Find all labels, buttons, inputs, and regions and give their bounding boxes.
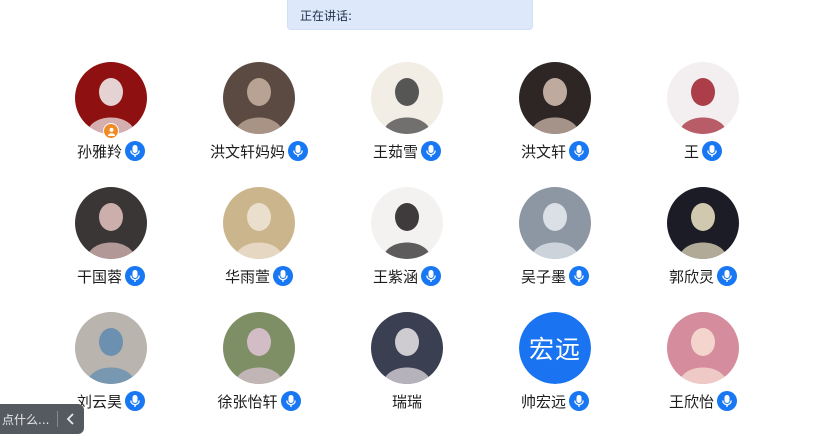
participant-card[interactable]: 瑞瑞 (347, 312, 467, 422)
masked-boy-illustration-image (371, 312, 443, 384)
microphone-icon[interactable] (421, 266, 441, 286)
participant-name: 王茹雪 (372, 142, 418, 161)
participant-card[interactable]: 洪文轩妈妈 (199, 62, 319, 172)
family-photo-image (75, 312, 147, 384)
participant-name: 王紫涵 (372, 267, 418, 286)
portrait-photo-image (519, 62, 591, 134)
avatar[interactable] (223, 187, 295, 259)
dark-hair-girl-illustration-image (371, 187, 443, 259)
participant-name: 吴子墨 (520, 267, 566, 286)
anime-girl-red-dress-image (667, 62, 739, 134)
participant-card[interactable]: 王 (643, 62, 763, 172)
participant-card[interactable]: 干国蓉 (51, 187, 171, 297)
mecha-boy-illustration-image (519, 187, 591, 259)
chat-input-pill[interactable]: 点什么... (0, 404, 84, 434)
participant-name: 洪文轩 (520, 142, 566, 161)
microphone-icon[interactable] (569, 141, 589, 161)
avatar[interactable]: 宏远 (519, 312, 591, 384)
participant-name: 王 (683, 142, 699, 161)
microphone-icon[interactable] (421, 141, 441, 161)
avatar[interactable] (519, 187, 591, 259)
microphone-icon[interactable] (288, 141, 308, 161)
avatar[interactable] (667, 187, 739, 259)
participant-grid: 孙雅羚 洪文轩妈妈 王茹雪 洪文轩王干国蓉 华雨萱 王紫涵 吴子墨 郭欣灵 刘云昊 徐张怡轩 瑞瑞宏… (0, 0, 816, 445)
participant-name: 帅宏远 (520, 392, 566, 411)
cartoon-girl-with-hat-image (371, 62, 443, 134)
chevron-left-icon[interactable] (64, 412, 78, 426)
avatar[interactable] (75, 312, 147, 384)
name-row: 洪文轩妈妈 (199, 140, 319, 162)
participant-card[interactable]: 孙雅羚 (51, 62, 171, 172)
meeting-participants-view: 正在讲话: 孙雅羚 洪文轩妈妈 王茹雪 洪文轩王干国蓉 华雨萱 王紫涵 吴子墨 郭欣灵 刘云昊徐… (0, 0, 816, 445)
microphone-icon[interactable] (569, 266, 589, 286)
participant-name: 郭欣灵 (668, 267, 714, 286)
participant-card[interactable]: 吴子墨 (495, 187, 615, 297)
participant-card[interactable]: 王茹雪 (347, 62, 467, 172)
avatar[interactable] (223, 312, 295, 384)
participant-name: 徐张怡轩 (217, 392, 278, 411)
avatar[interactable] (75, 187, 147, 259)
name-row: 洪文轩 (495, 140, 615, 162)
microphone-icon[interactable] (702, 141, 722, 161)
participant-card[interactable]: 洪文轩 (495, 62, 615, 172)
flower-field-photo-image (223, 312, 295, 384)
avatar[interactable] (371, 312, 443, 384)
name-row: 孙雅羚 (51, 140, 171, 162)
fox-girl-illustration-image (667, 312, 739, 384)
participant-name: 干国蓉 (76, 267, 122, 286)
name-row: 王茹雪 (347, 140, 467, 162)
name-row: 吴子墨 (495, 265, 615, 287)
avatar[interactable] (667, 312, 739, 384)
microphone-icon[interactable] (717, 391, 737, 411)
host-badge-icon (103, 123, 119, 139)
microphone-icon[interactable] (273, 266, 293, 286)
avatar[interactable] (223, 62, 295, 134)
participant-card[interactable]: 华雨萱 (199, 187, 319, 297)
name-row: 王紫涵 (347, 265, 467, 287)
name-row: 华雨萱 (199, 265, 319, 287)
pill-divider (57, 411, 59, 427)
participant-name: 孙雅羚 (76, 142, 122, 161)
microphone-icon[interactable] (569, 391, 589, 411)
night-sky-glow-image (667, 187, 739, 259)
microphone-icon[interactable] (125, 266, 145, 286)
participant-card[interactable]: 郭欣灵 (643, 187, 763, 297)
participant-name: 华雨萱 (224, 267, 270, 286)
participant-card[interactable]: 王紫涵 (347, 187, 467, 297)
avatar-text: 宏远 (519, 312, 591, 384)
avatar[interactable] (371, 62, 443, 134)
microphone-icon[interactable] (125, 141, 145, 161)
participant-card[interactable]: 徐张怡轩 (199, 312, 319, 422)
woman-with-cat-photo-image (223, 62, 295, 134)
participant-card[interactable]: 宏远 帅宏远 (495, 312, 615, 422)
avatar[interactable] (371, 187, 443, 259)
name-row: 王 (643, 140, 763, 162)
microphone-icon[interactable] (280, 391, 301, 411)
name-row: 郭欣灵 (643, 265, 763, 287)
microphone-icon[interactable] (717, 266, 737, 286)
name-row: 徐张怡轩 (199, 390, 319, 412)
chat-placeholder[interactable]: 点什么... (0, 411, 49, 428)
avatar[interactable] (667, 62, 739, 134)
participant-card[interactable]: 王欣怡 (643, 312, 763, 422)
participant-name: 瑞瑞 (391, 392, 422, 411)
microphone-icon[interactable] (125, 391, 145, 411)
name-row: 瑞瑞 (347, 390, 467, 412)
name-row: 帅宏远 (495, 390, 615, 412)
avatar[interactable] (519, 62, 591, 134)
name-row: 王欣怡 (643, 390, 763, 412)
participant-name: 王欣怡 (668, 392, 714, 411)
anime-girl-curly-hair-image (223, 187, 295, 259)
name-row: 干国蓉 (51, 265, 171, 287)
participant-name: 洪文轩妈妈 (209, 142, 285, 161)
child-at-piano-photo-image (75, 187, 147, 259)
